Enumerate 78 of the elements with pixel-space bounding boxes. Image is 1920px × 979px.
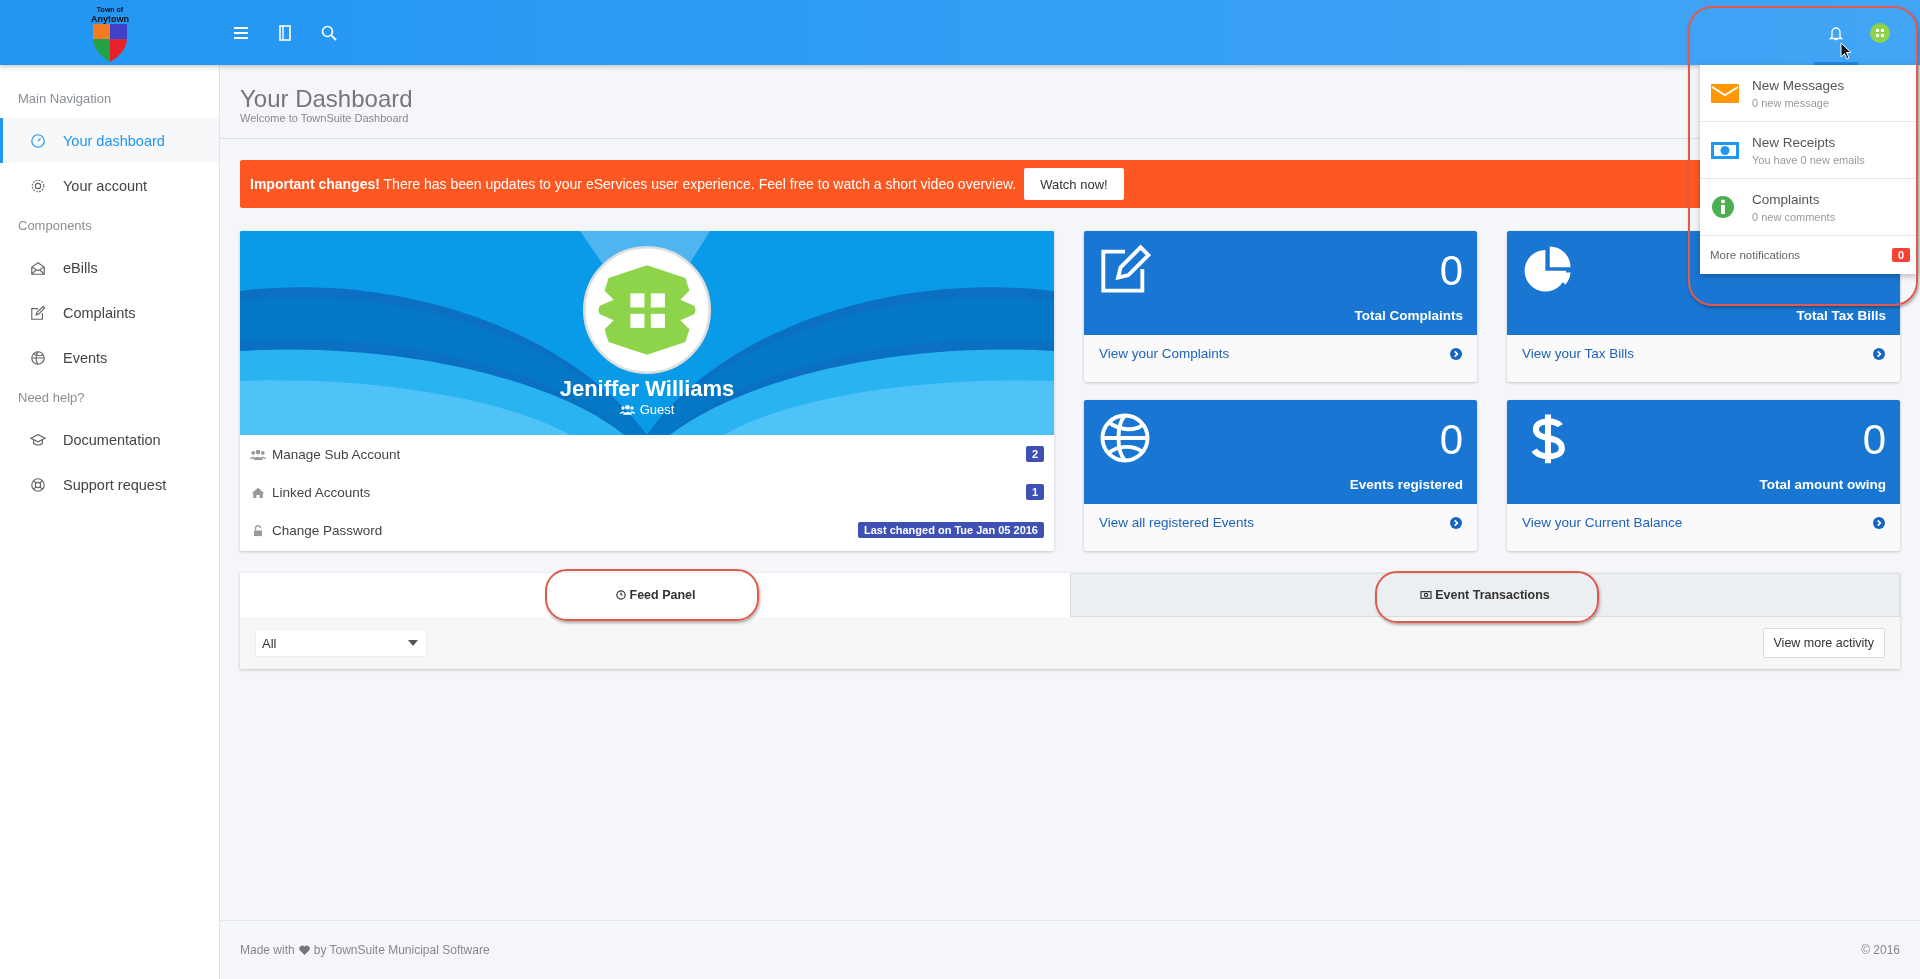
- users-icon: [250, 447, 266, 461]
- chevron-icon: [1450, 516, 1462, 529]
- sidebar-item[interactable]: Your account: [0, 163, 219, 208]
- banknote-icon: [1420, 590, 1433, 600]
- stat-label: Total Complaints: [1354, 308, 1463, 323]
- notification-title: Complaints: [1752, 191, 1821, 207]
- tab[interactable]: Feed Panel: [240, 573, 1070, 617]
- envelope-icon: [30, 259, 46, 276]
- chevron-icon: [1873, 516, 1885, 529]
- user-role: Guest: [639, 402, 675, 417]
- gauge-icon: [30, 132, 46, 149]
- sidebar-item[interactable]: eBills: [0, 245, 219, 290]
- notification-subtitle: You have 0 new emails: [1752, 153, 1865, 166]
- count-badge: 0: [1891, 248, 1910, 262]
- stat-label: Total amount owing: [1759, 477, 1886, 492]
- notebook-icon[interactable]: [277, 24, 293, 41]
- notification-title: New Receipts: [1752, 134, 1837, 150]
- users-icon: [619, 404, 635, 415]
- bell-icon[interactable]: [1829, 24, 1843, 41]
- notification-item[interactable]: Complaints 0 new comments: [1700, 179, 1918, 236]
- ball-icon: [30, 349, 46, 366]
- menu-icon[interactable]: [233, 24, 249, 41]
- tab[interactable]: Event Transactions: [1070, 573, 1900, 617]
- cursor-icon: [1840, 42, 1852, 60]
- account-row[interactable]: Linked Accounts 1: [240, 473, 1054, 511]
- notification-subtitle: 0 new comments: [1752, 210, 1836, 223]
- pencil-icon: [30, 304, 46, 321]
- notification-title: New Messages: [1752, 77, 1845, 93]
- user-name: Jeniffer Williams: [559, 376, 735, 402]
- stat-link[interactable]: View your Current Balance: [1507, 504, 1900, 541]
- avatar-icon[interactable]: [1870, 22, 1890, 43]
- notification-item[interactable]: New Receipts You have 0 new emails: [1700, 122, 1918, 179]
- heart-icon: [298, 945, 310, 955]
- lifebuoy-icon: [30, 476, 46, 493]
- count-badge: Last changed on Tue Jan 05 2016: [857, 522, 1044, 538]
- watch-button[interactable]: Watch now!: [1024, 168, 1124, 200]
- gear-icon: [30, 177, 46, 194]
- stat-value: 0: [1862, 418, 1886, 462]
- stat-value: 0: [1439, 249, 1463, 293]
- chevron-icon: [1450, 347, 1462, 360]
- sidebar-item[interactable]: Documentation: [0, 417, 219, 462]
- stat-label: Events registered: [1349, 477, 1463, 492]
- sidebar-heading: Need help?: [17, 389, 86, 407]
- count-badge: 1: [1025, 484, 1044, 500]
- sidebar-item[interactable]: Complaints: [0, 290, 219, 335]
- caret-icon: [408, 640, 418, 646]
- notification-subtitle: 0 new message: [1752, 96, 1831, 109]
- filter-dropdown[interactable]: All: [255, 629, 427, 657]
- avatar-icon: [583, 246, 711, 374]
- copyright: © 2016: [1861, 943, 1900, 957]
- ball-icon: [1099, 412, 1151, 464]
- page-title: Your Dashboard: [240, 86, 413, 112]
- envelope-icon: [1710, 81, 1740, 105]
- pencil-icon: [1099, 243, 1151, 295]
- footer-text: by TownSuite Municipal Software: [313, 943, 490, 957]
- stat-value: 0: [1439, 418, 1463, 462]
- view-more-button[interactable]: View more activity: [1762, 628, 1885, 658]
- count-badge: 2: [1025, 446, 1044, 462]
- sidebar-heading: Components: [17, 217, 93, 235]
- page-subtitle: Welcome to TownSuite Dashboard: [240, 112, 409, 124]
- stat-label: Total Tax Bills: [1796, 308, 1886, 323]
- sidebar-item[interactable]: Support request: [0, 462, 219, 507]
- account-row[interactable]: Change Password Last changed on Tue Jan 05 2016: [240, 511, 1054, 549]
- graduation-cap-icon: [30, 431, 46, 448]
- sidebar-item[interactable]: Events: [0, 335, 219, 380]
- alert-message: Important changes! There has been updates to your eServices user experience. Feel free to watch a short video overview.: [250, 176, 1017, 192]
- footer-text: Made with: [240, 943, 295, 957]
- sidebar-heading: Main Navigation: [17, 90, 113, 108]
- stat-link[interactable]: View your Tax Bills: [1507, 335, 1900, 372]
- stat-link[interactable]: View your Complaints: [1084, 335, 1477, 372]
- more-notifications-link[interactable]: More notifications: [1710, 249, 1801, 261]
- stat-link[interactable]: View all registered Events: [1084, 504, 1477, 541]
- home-icon: [250, 485, 266, 499]
- notification-item[interactable]: New Messages 0 new message: [1700, 65, 1918, 122]
- account-row[interactable]: Manage Sub Account 2: [240, 435, 1054, 473]
- chevron-icon: [1873, 347, 1885, 360]
- clock-icon: [614, 590, 627, 600]
- search-icon[interactable]: [321, 24, 337, 41]
